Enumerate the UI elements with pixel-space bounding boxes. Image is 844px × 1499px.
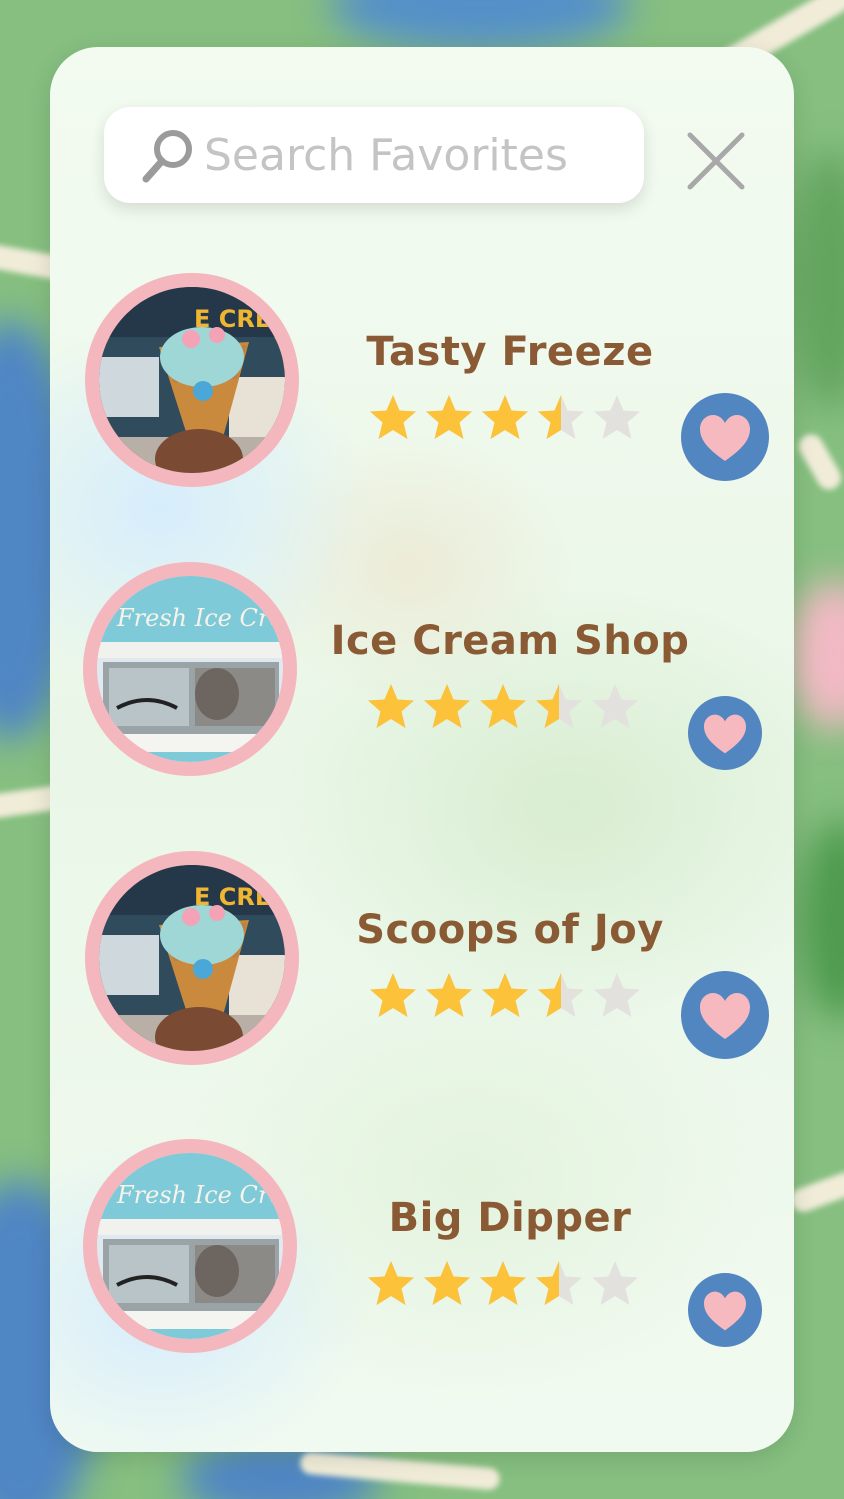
star-half-icon	[538, 973, 584, 1017]
star-filled-icon	[480, 1261, 526, 1305]
star-filled-icon	[482, 395, 528, 439]
svg-text:Fresh Ice Cream: Fresh Ice Cream	[116, 604, 283, 632]
ice-cream-truck-photo: Fresh Ice Cream	[97, 576, 283, 762]
heart-icon	[704, 714, 746, 754]
ice-cream-cone-photo: E CREAM	[99, 287, 285, 473]
search-input[interactable]	[204, 123, 624, 187]
favorite-heart-button[interactable]	[681, 393, 769, 481]
star-rating	[366, 682, 656, 734]
favorite-item[interactable]: E CREAM Tasty Freeze	[50, 273, 794, 493]
star-empty-icon	[592, 684, 638, 728]
star-half-icon	[536, 1261, 582, 1305]
svg-text:Fresh Ice Cream: Fresh Ice Cream	[116, 1181, 283, 1209]
star-rating	[368, 971, 658, 1023]
heart-icon	[700, 993, 750, 1039]
star-half-icon	[536, 684, 582, 728]
shop-avatar: E CREAM	[85, 273, 299, 487]
shop-name: Ice Cream Shop	[330, 618, 690, 664]
heart-icon	[700, 415, 750, 461]
favorite-item[interactable]: Fresh Ice Cream Big Dipper	[50, 1139, 794, 1359]
shop-name: Big Dipper	[388, 1195, 632, 1241]
shop-name: Scoops of Joy	[356, 907, 664, 953]
close-button[interactable]	[684, 129, 748, 193]
shop-name: Tasty Freeze	[366, 329, 654, 375]
star-empty-icon	[594, 395, 640, 439]
close-icon	[687, 132, 745, 190]
star-filled-icon	[426, 395, 472, 439]
ice-cream-truck-photo: Fresh Ice Cream	[97, 1153, 283, 1339]
star-filled-icon	[368, 684, 414, 728]
star-empty-icon	[594, 973, 640, 1017]
star-rating	[366, 1259, 656, 1311]
star-filled-icon	[482, 973, 528, 1017]
star-half-icon	[538, 395, 584, 439]
star-filled-icon	[480, 684, 526, 728]
shop-avatar: E CREAM	[85, 851, 299, 1065]
favorite-item[interactable]: Fresh Ice Cream Ice Cream Shop	[50, 562, 794, 782]
star-filled-icon	[426, 973, 472, 1017]
star-filled-icon	[370, 973, 416, 1017]
search-box[interactable]	[104, 107, 644, 203]
favorite-item[interactable]: E CREAM Scoops of Joy	[50, 851, 794, 1071]
favorite-heart-button[interactable]	[681, 971, 769, 1059]
star-filled-icon	[424, 684, 470, 728]
shop-avatar: Fresh Ice Cream	[83, 562, 297, 776]
star-filled-icon	[368, 1261, 414, 1305]
ice-cream-cone-photo: E CREAM	[99, 865, 285, 1051]
star-filled-icon	[424, 1261, 470, 1305]
heart-icon	[704, 1291, 746, 1331]
favorites-panel: E CREAM Tasty Freeze	[50, 47, 794, 1452]
star-empty-icon	[592, 1261, 638, 1305]
star-filled-icon	[370, 395, 416, 439]
favorite-heart-button[interactable]	[688, 1273, 762, 1347]
star-rating	[368, 393, 658, 445]
favorite-heart-button[interactable]	[688, 696, 762, 770]
shop-avatar: Fresh Ice Cream	[83, 1139, 297, 1353]
search-icon	[142, 130, 192, 183]
